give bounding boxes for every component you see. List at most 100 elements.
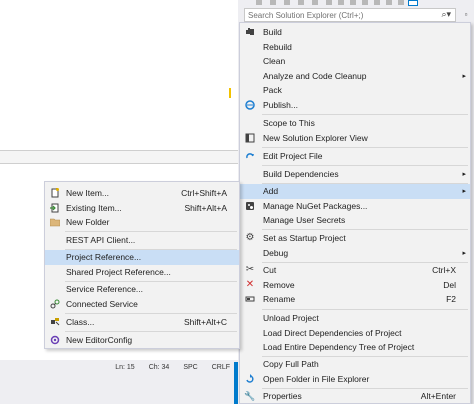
menu-item-label: Remove	[263, 279, 295, 290]
spacing-indicator[interactable]: SPC	[183, 364, 197, 371]
editor-pane[interactable]	[0, 0, 238, 150]
menu-item-unload[interactable]: Unload Project	[240, 311, 470, 326]
toolbar-icon[interactable]	[338, 0, 344, 5]
menu-item-label: Debug	[263, 247, 289, 258]
menu-item-build-dependencies[interactable]: Build Dependencies ▸	[240, 167, 470, 182]
menu-item-remove[interactable]: ✕ Remove Del	[240, 278, 470, 293]
menu-item-clean[interactable]: Clean	[240, 54, 470, 69]
menu-item-label: Open Folder in File Explorer	[263, 373, 370, 384]
submenu-item-label: Service Reference...	[66, 284, 144, 295]
menu-item-label: Build	[263, 27, 282, 38]
menu-item-rebuild[interactable]: Rebuild	[240, 40, 470, 55]
solution-explorer-toolbar	[238, 0, 474, 7]
submenu-item-label: New Item...	[66, 188, 109, 199]
change-marker	[229, 88, 231, 98]
menu-item-label: Unload Project	[263, 313, 319, 324]
menu-item-load-tree[interactable]: Load Entire Dependency Tree of Project	[240, 340, 470, 355]
submenu-separator	[65, 331, 237, 332]
build-icon	[245, 27, 255, 37]
toolbar-icon[interactable]	[298, 0, 304, 5]
class-icon	[50, 317, 60, 327]
nuget-icon	[245, 201, 255, 211]
line-indicator[interactable]: Ln: 15	[115, 364, 134, 371]
menu-item-open-folder[interactable]: Open Folder in File Explorer	[240, 372, 470, 387]
menu-item-label: Edit Project File	[263, 151, 323, 162]
menu-item-cut[interactable]: ✂ Cut Ctrl+X	[240, 263, 470, 278]
menu-item-scope[interactable]: Scope to This	[240, 116, 470, 131]
menu-item-copy-path[interactable]: Copy Full Path	[240, 357, 470, 372]
submenu-item-editorconfig[interactable]: New EditorConfig	[45, 333, 239, 348]
menu-item-label: Manage User Secrets	[263, 215, 346, 226]
submenu-item-label: Connected Service	[66, 298, 138, 309]
submenu-item-service-reference[interactable]: Service Reference...	[45, 282, 239, 297]
menu-item-startup[interactable]: ⚙ Set as Startup Project	[240, 231, 470, 246]
toolbar-icon[interactable]	[256, 0, 262, 5]
menu-item-pack[interactable]: Pack	[240, 83, 470, 98]
toolbar-icon[interactable]	[374, 0, 380, 5]
menu-item-label: Analyze and Code Cleanup	[263, 70, 367, 81]
submenu-item-existing-item[interactable]: Existing Item... Shift+Alt+A	[45, 201, 239, 216]
submenu-item-connected-service[interactable]: Connected Service	[45, 297, 239, 312]
publish-icon	[245, 100, 255, 110]
menu-separator	[262, 229, 468, 230]
toolbar-icon[interactable]	[398, 0, 404, 5]
bottom-strip	[0, 374, 238, 404]
submenu-separator	[65, 313, 237, 314]
add-submenu: New Item... Ctrl+Shift+A Existing Item..…	[44, 181, 240, 349]
toolbar-icon[interactable]	[350, 0, 356, 5]
menu-item-load-direct[interactable]: Load Direct Dependencies of Project	[240, 326, 470, 341]
submenu-item-label: REST API Client...	[66, 235, 136, 246]
wrench-icon: 🔧	[244, 391, 256, 402]
toolbar-icon[interactable]	[270, 0, 276, 5]
menu-separator	[262, 309, 468, 310]
menu-item-user-secrets[interactable]: Manage User Secrets	[240, 213, 470, 228]
menu-item-label: Build Dependencies	[263, 169, 339, 180]
search-input[interactable]: Search Solution Explorer (Ctrl+;) ⌕▾	[244, 8, 456, 22]
toolbar-active-icon[interactable]	[408, 0, 418, 6]
new-view-icon	[245, 133, 255, 143]
menu-item-label: Set as Startup Project	[263, 233, 346, 244]
menu-item-label: Pack	[263, 85, 282, 96]
submenu-item-label: Project Reference...	[66, 252, 142, 263]
menu-item-shortcut: F2	[446, 294, 456, 305]
menu-item-publish[interactable]: Publish...	[240, 98, 470, 113]
submenu-item-shortcut: Ctrl+Shift+A	[181, 188, 227, 199]
submenu-item-class[interactable]: Class... Shift+Alt+C	[45, 315, 239, 330]
submenu-item-new-folder[interactable]: New Folder	[45, 215, 239, 230]
menu-item-build[interactable]: Build	[240, 25, 470, 40]
editor-hscroll[interactable]	[0, 150, 238, 164]
menu-item-label: Clean	[263, 56, 286, 67]
menu-item-rename[interactable]: Rename F2	[240, 292, 470, 307]
menu-item-add[interactable]: Add ▸	[240, 184, 470, 199]
menu-item-label: Load Direct Dependencies of Project	[263, 327, 402, 338]
submenu-item-label: Existing Item...	[66, 202, 122, 213]
edit-icon	[245, 151, 255, 161]
submenu-item-shared-project-reference[interactable]: Shared Project Reference...	[45, 265, 239, 280]
menu-item-shortcut: Del	[443, 279, 456, 290]
menu-item-new-view[interactable]: New Solution Explorer View	[240, 131, 470, 146]
menu-item-edit-project[interactable]: Edit Project File	[240, 149, 470, 164]
toolbar-icon[interactable]	[386, 0, 392, 5]
submenu-item-new-item[interactable]: New Item... Ctrl+Shift+A	[45, 186, 239, 201]
search-icon[interactable]: ⌕▾	[441, 9, 451, 20]
toolbar-icon[interactable]	[326, 0, 332, 5]
search-options-icon[interactable]: ▫	[458, 8, 474, 22]
menu-separator	[262, 147, 468, 148]
menu-item-analyze[interactable]: Analyze and Code Cleanup ▸	[240, 69, 470, 84]
toolbar-icon[interactable]	[312, 0, 318, 5]
line-ending-indicator[interactable]: CRLF	[212, 364, 230, 371]
submenu-item-label: New Folder	[66, 217, 110, 228]
menu-item-properties[interactable]: 🔧 Properties Alt+Enter	[240, 389, 470, 404]
toolbar-icon[interactable]	[362, 0, 368, 5]
submenu-item-project-reference[interactable]: Project Reference...	[45, 250, 239, 265]
char-indicator[interactable]: Ch: 34	[149, 364, 170, 371]
menu-item-label: New Solution Explorer View	[263, 132, 368, 143]
menu-item-nuget[interactable]: Manage NuGet Packages...	[240, 199, 470, 214]
submenu-item-rest-api[interactable]: REST API Client...	[45, 233, 239, 248]
menu-item-debug[interactable]: Debug ▸	[240, 246, 470, 261]
submenu-item-label: New EditorConfig	[66, 335, 133, 346]
submenu-item-shortcut: Shift+Alt+C	[184, 317, 227, 328]
toolbar-icon[interactable]	[284, 0, 290, 5]
submenu-arrow-icon: ▸	[462, 72, 466, 80]
submenu-arrow-icon: ▸	[462, 171, 466, 179]
